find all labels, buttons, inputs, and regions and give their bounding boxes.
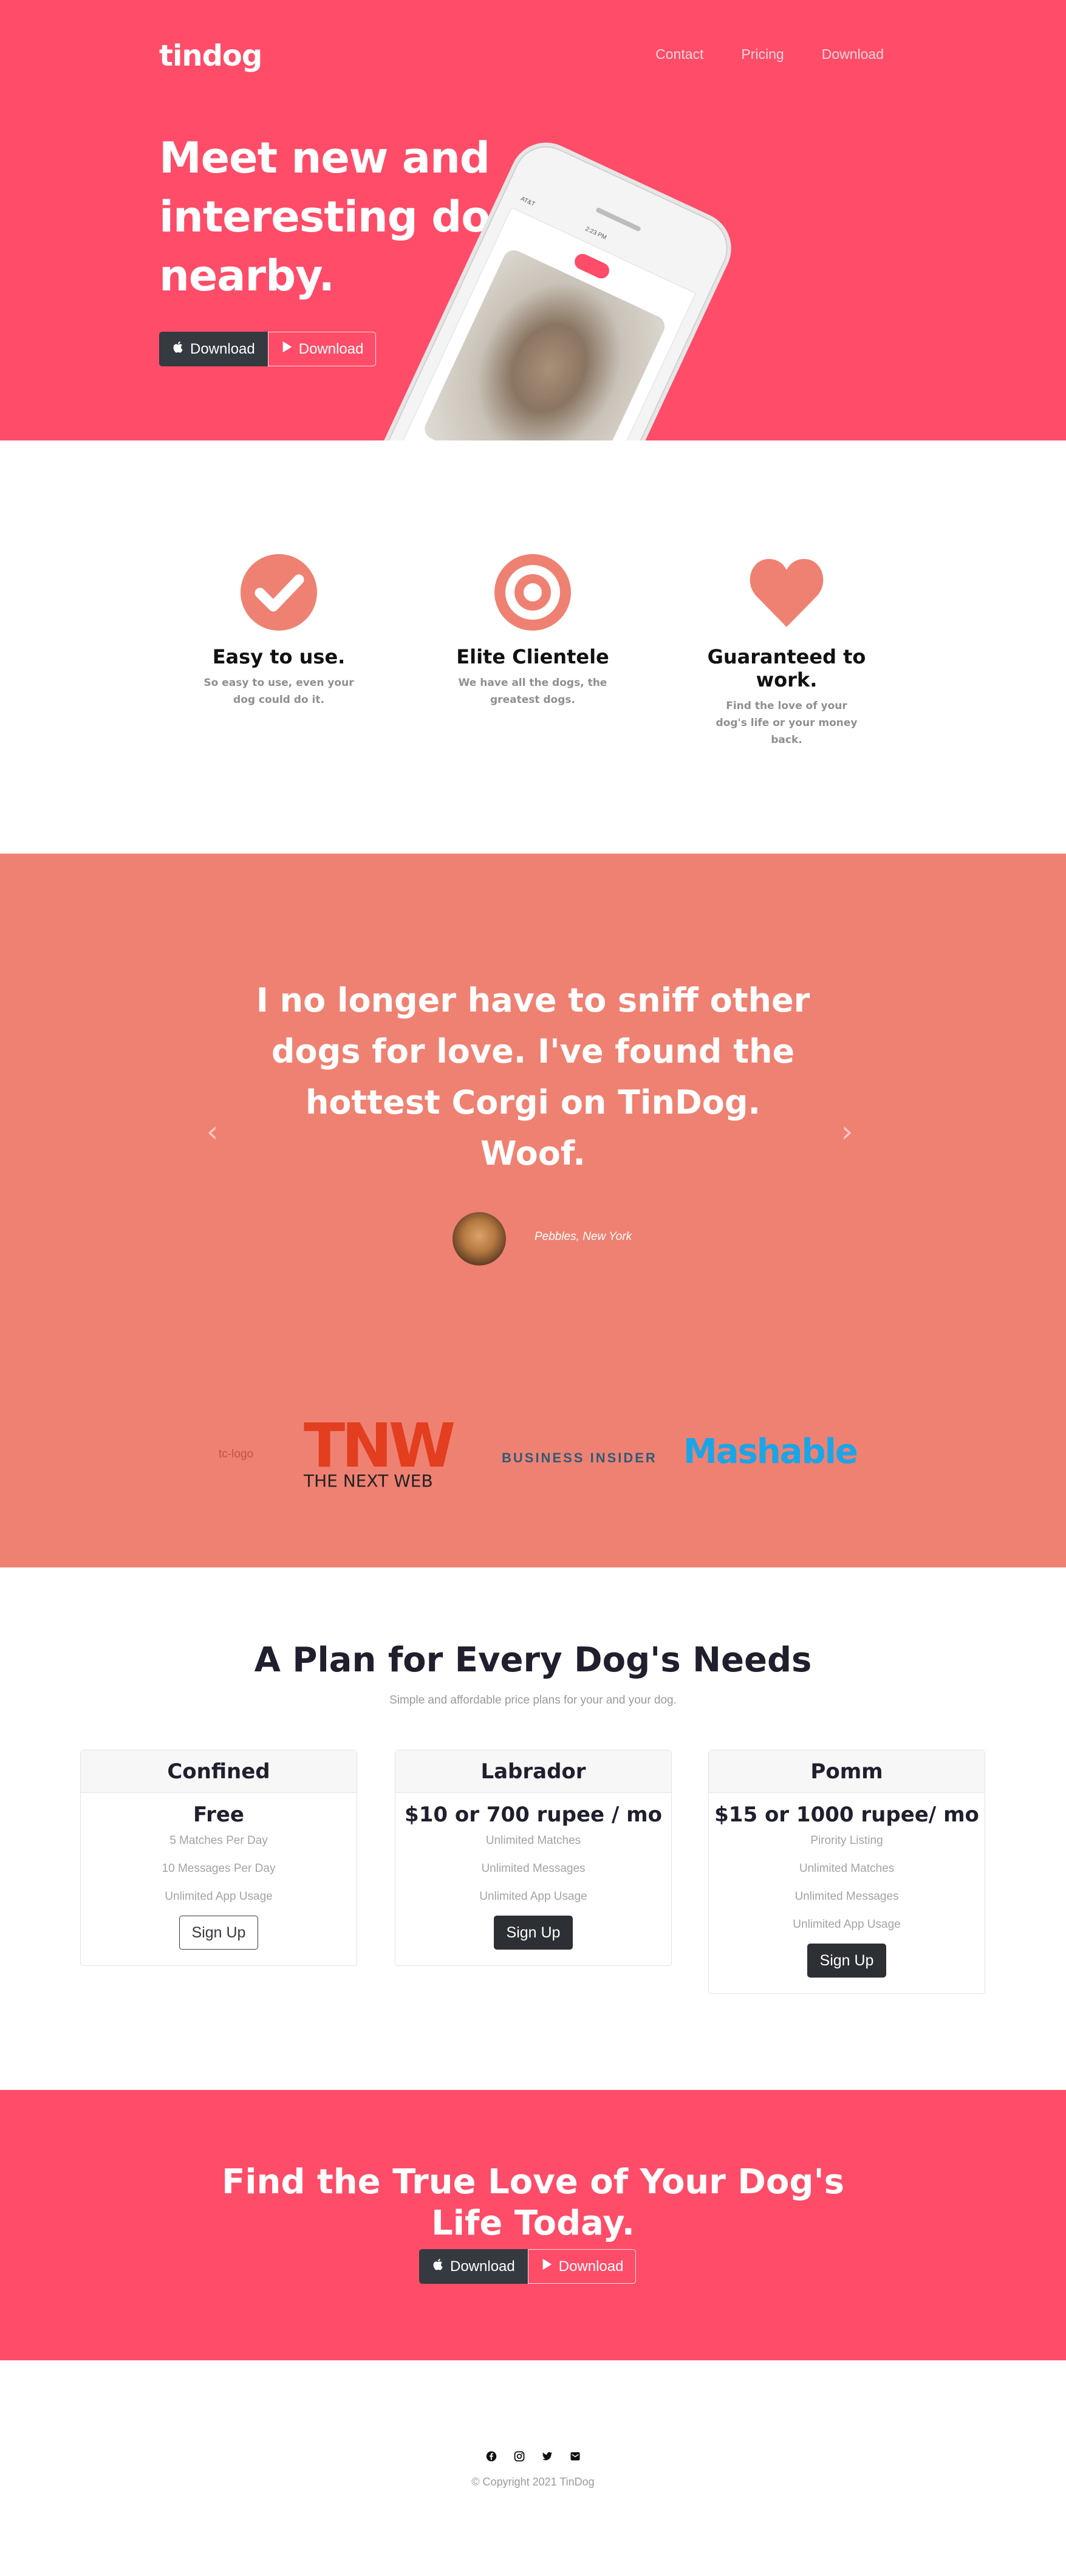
download-apple-button[interactable]: Download (159, 332, 268, 366)
cta-title: Find the True Love of Your Dog's Life To… (222, 2162, 844, 2243)
plan-feature: Unlimited App Usage (479, 1890, 587, 1903)
plan-feature: Unlimited Matches (799, 1862, 895, 1875)
brand-logo[interactable]: tindog (159, 39, 262, 73)
check-circle-icon (239, 553, 318, 632)
plan-price: $10 or 700 rupee / mo (405, 1803, 662, 1827)
top-nav: Contact Pricing Download (655, 46, 884, 63)
plan-price: $15 or 1000 rupee/ mo (714, 1803, 979, 1827)
bullseye-icon (493, 553, 572, 632)
plan-name: Pomm (709, 1750, 985, 1793)
tc-logo: tc-logo (219, 1448, 254, 1461)
plan-feature: Unlimited Matches (485, 1834, 581, 1847)
nav-contact[interactable]: Contact (655, 46, 703, 63)
plan-feature: Unlimited App Usage (793, 1918, 901, 1931)
feature-title: Easy to use. (212, 645, 346, 668)
pricing-title: A Plan for Every Dog's Needs (254, 1640, 812, 1680)
feature-title: Elite Clientele (456, 645, 609, 668)
hero-download-buttons: Download Download (159, 332, 377, 366)
download-apple-button[interactable]: Download (419, 2249, 528, 2284)
testimonial-quote: I no longer have to sniff other dogs for… (256, 981, 810, 1173)
avatar (453, 1212, 506, 1266)
google-play-icon (281, 340, 294, 358)
business-insider-logo: BUSINESS INSIDER (502, 1450, 657, 1465)
phone-speaker (595, 207, 641, 232)
pricing-section: A Plan for Every Dog's Needs Simple and … (0, 1567, 1066, 2090)
feature-guaranteed: Guaranteed to work. Find the love of you… (699, 553, 875, 748)
carousel-next-icon[interactable]: › (841, 1115, 853, 1149)
mashable-logo: Mashable (683, 1432, 858, 1471)
phone-carrier: AT&T (519, 195, 536, 208)
nav-download[interactable]: Download (822, 46, 884, 63)
plan-card-labrador: Labrador $10 or 700 rupee / mo Unlimited… (395, 1750, 672, 1966)
plan-feature: 5 Matches Per Day (169, 1834, 268, 1847)
nav-pricing[interactable]: Pricing (741, 46, 784, 63)
features-section: Easy to use. So easy to use, even your d… (0, 440, 1066, 854)
feature-desc: Find the love of your dog's life or your… (716, 700, 858, 746)
download-play-label: Download (298, 340, 364, 357)
plan-feature: 10 Messages Per Day (162, 1862, 276, 1875)
plan-feature: Unlimited Messages (794, 1890, 899, 1903)
phone-time: 2:23 PM (584, 225, 608, 242)
tnw-mark: TNW (304, 1410, 456, 1481)
facebook-icon[interactable] (485, 2450, 497, 2462)
feature-elite: Elite Clientele We have all the dogs, th… (445, 553, 621, 708)
plan-price: Free (193, 1803, 244, 1827)
copyright: © Copyright 2021 TinDog (471, 2476, 595, 2488)
download-play-button[interactable]: Download (527, 2249, 637, 2284)
sign-up-button[interactable]: Sign Up (493, 1916, 573, 1950)
heart-icon (747, 553, 826, 632)
plan-card-pomm: Pomm $15 or 1000 rupee/ mo Pirority List… (708, 1750, 985, 1994)
plan-feature: Pirority Listing (810, 1834, 883, 1847)
feature-easy: Easy to use. So easy to use, even your d… (191, 553, 367, 708)
plan-name: Labrador (395, 1750, 671, 1793)
app-toggle-pill (572, 251, 612, 281)
sign-up-button[interactable]: Sign Up (807, 1944, 887, 1978)
download-apple-label: Download (450, 2258, 515, 2275)
pricing-subtitle: Simple and affordable price plans for yo… (389, 1694, 677, 1707)
press-logos: tc-logo TNW THE NEXT WEB BUSINESS INSIDE… (0, 1410, 1066, 1498)
download-play-label: Download (558, 2258, 624, 2275)
plan-card-confined: Confined Free 5 Matches Per Day 10 Messa… (80, 1750, 357, 1966)
twitter-icon[interactable] (541, 2450, 553, 2462)
google-play-icon (541, 2258, 554, 2275)
feature-desc: So easy to use, even your dog could do i… (203, 677, 354, 706)
cta-section: Find the True Love of Your Dog's Life To… (0, 2090, 1066, 2360)
hero-section: tindog Contact Pricing Download Meet new… (0, 0, 1066, 440)
apple-icon (172, 340, 185, 358)
social-links (0, 2450, 1066, 2462)
plan-feature: Unlimited Messages (481, 1862, 586, 1875)
apple-icon (432, 2258, 445, 2275)
email-icon[interactable] (569, 2450, 581, 2462)
download-play-button[interactable]: Download (267, 332, 377, 366)
feature-title: Guaranteed to work. (707, 645, 866, 691)
sign-up-button[interactable]: Sign Up (179, 1916, 259, 1950)
download-apple-label: Download (190, 340, 255, 357)
testimonial-author: Pebbles, New York (535, 1230, 632, 1243)
plan-feature: Unlimited App Usage (165, 1890, 273, 1903)
carousel-prev-icon[interactable]: ‹ (207, 1115, 218, 1149)
footer: © Copyright 2021 TinDog (0, 2360, 1066, 2576)
testimonial-section: ‹ I no longer have to sniff other dogs f… (0, 854, 1066, 1567)
tnw-logo: TNW THE NEXT WEB (304, 1410, 462, 1492)
instagram-icon[interactable] (513, 2450, 525, 2462)
feature-desc: We have all the dogs, the greatest dogs. (458, 677, 607, 706)
cta-download-buttons: Download Download (419, 2249, 637, 2284)
plan-name: Confined (81, 1750, 357, 1793)
